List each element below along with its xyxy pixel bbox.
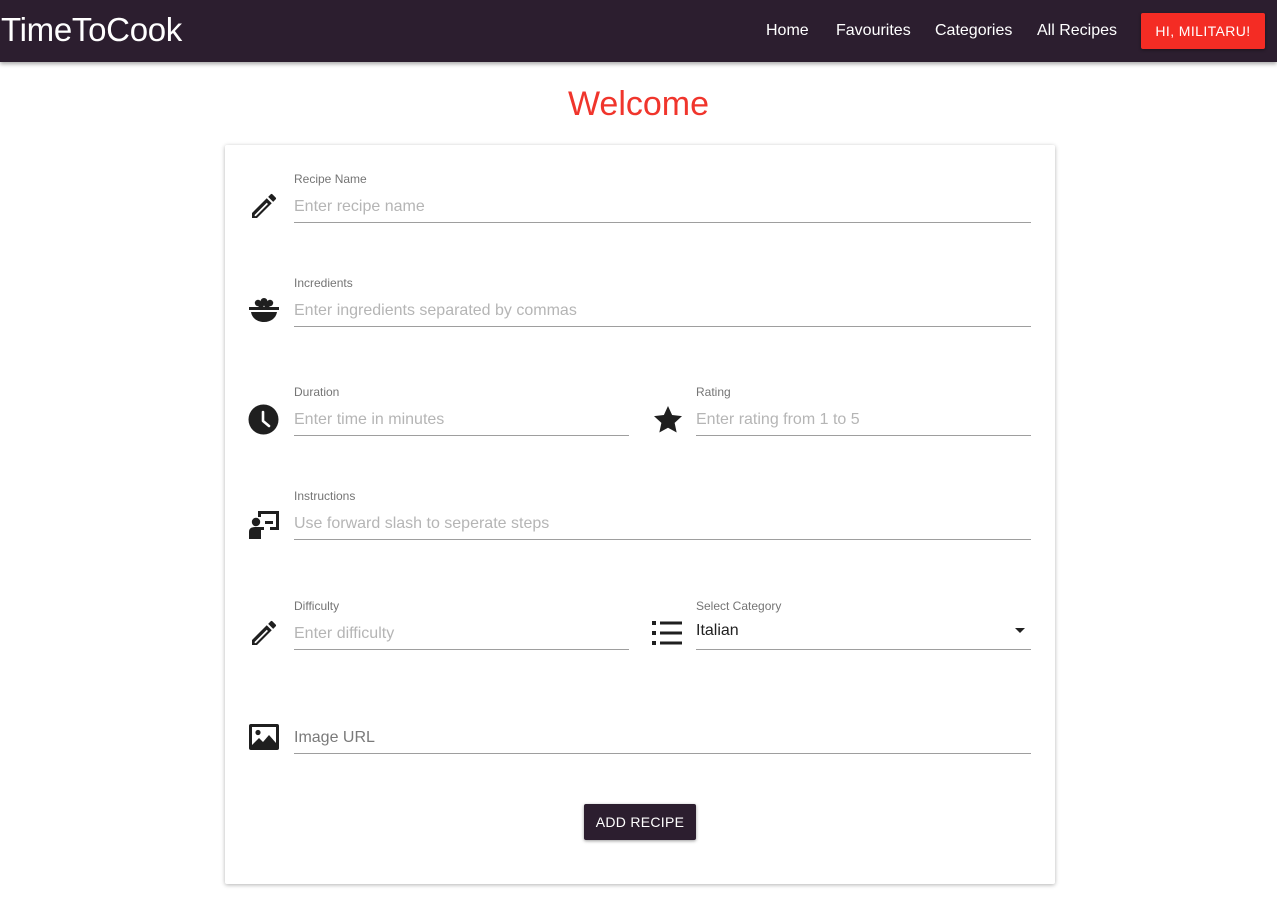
rating-underline: [696, 435, 1031, 436]
nav-home-link[interactable]: Home: [766, 21, 809, 41]
category-selected-value[interactable]: Italian: [696, 621, 739, 641]
user-menu-button[interactable]: HI, MILITARU!: [1141, 13, 1265, 49]
rice-bowl-icon: [248, 294, 280, 326]
dropdown-caret-icon[interactable]: [1015, 628, 1025, 633]
add-recipe-button[interactable]: ADD RECIPE: [584, 804, 696, 840]
difficulty-field: Difficulty: [294, 599, 629, 657]
pencil-icon: [248, 617, 280, 649]
nav-all-recipes-link[interactable]: All Recipes: [1037, 21, 1117, 41]
duration-field: Duration: [294, 385, 629, 443]
image-url-input[interactable]: [294, 727, 1031, 749]
instructions-field: Instructions: [294, 489, 1031, 547]
ingredients-input[interactable]: [294, 300, 1031, 322]
duration-input[interactable]: [294, 409, 629, 431]
rating-label: Rating: [696, 385, 731, 399]
instructions-label: Instructions: [294, 489, 356, 503]
recipe-name-underline: [294, 222, 1031, 223]
page-title: Welcome: [567, 85, 710, 123]
recipe-name-label: Recipe Name: [294, 172, 367, 186]
clock-icon: [248, 404, 280, 436]
difficulty-underline: [294, 649, 629, 650]
nav-favourites-link[interactable]: Favourites: [836, 21, 911, 41]
list-icon: [651, 617, 683, 649]
image-url-field: [294, 703, 1031, 761]
ingredients-underline: [294, 326, 1031, 327]
star-icon: [652, 404, 684, 436]
instructions-input[interactable]: [294, 513, 1031, 535]
nav-categories-link[interactable]: Categories: [935, 21, 1012, 41]
category-label: Select Category: [696, 599, 782, 613]
duration-label: Duration: [294, 385, 340, 399]
recipe-name-input[interactable]: [294, 196, 1031, 218]
recipe-name-field: Recipe Name: [294, 172, 1031, 230]
pencil-icon: [248, 190, 280, 222]
difficulty-input[interactable]: [294, 623, 629, 645]
category-select[interactable]: Select Category Italian: [696, 599, 1031, 657]
rating-input[interactable]: [696, 409, 1031, 431]
top-navbar: TimeToCook Home Favourites Categories Al…: [0, 0, 1277, 62]
ingredients-label: Incredients: [294, 276, 353, 290]
duration-underline: [294, 435, 629, 436]
ingredients-field: Incredients: [294, 276, 1031, 334]
image-icon: [248, 721, 280, 753]
instructions-underline: [294, 539, 1031, 540]
image-url-underline: [294, 753, 1031, 754]
difficulty-label: Difficulty: [294, 599, 340, 613]
brand-logo[interactable]: TimeToCook: [1, 10, 182, 50]
category-underline: [696, 649, 1031, 650]
rating-field: Rating: [696, 385, 1031, 443]
presentation-icon: [248, 508, 280, 540]
